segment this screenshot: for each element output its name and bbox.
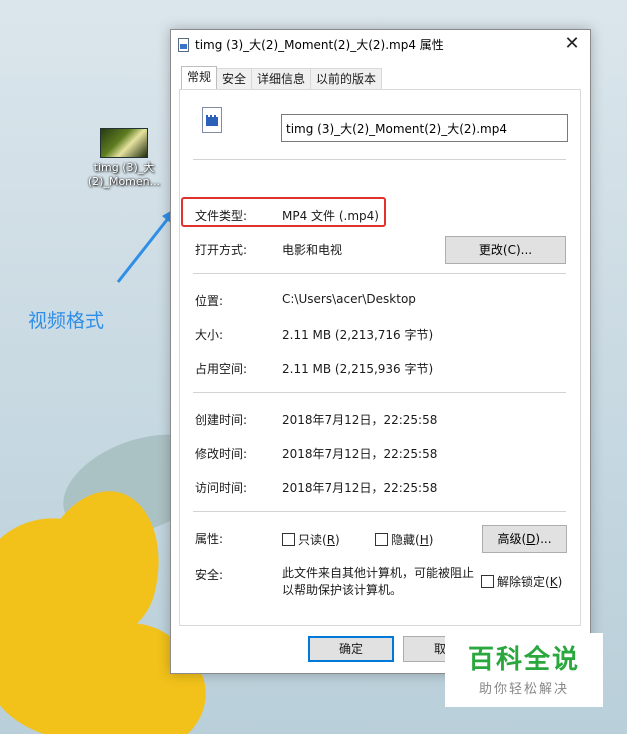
watermark-title: 百科全说 — [467, 645, 580, 675]
tab-bar: 常规 安全 详细信息 以前的版本 — [181, 66, 383, 89]
unblock-accesskey: K — [549, 575, 558, 589]
tab-previous-versions[interactable]: 以前的版本 — [310, 68, 383, 89]
hidden-label-suffix: ) — [428, 533, 434, 547]
unblock-label-suffix: ) — [557, 575, 563, 589]
security-message-line1: 此文件来自其他计算机，可能被阻止 — [282, 566, 475, 580]
unblock-label-prefix: 解除锁定( — [497, 575, 550, 589]
file-type-value: MP4 文件 (.mp4) — [282, 209, 379, 223]
watermark-subtitle: 助你轻松解决 — [478, 682, 569, 697]
general-panel: 文件类型: MP4 文件 (.mp4) 打开方式: 电影和电视 更改(C)...… — [179, 89, 581, 626]
tab-security[interactable]: 安全 — [216, 68, 253, 89]
unblock-checkbox[interactable] — [481, 575, 494, 588]
desktop-file-label: timg (3)_大(2)_Momen... — [87, 161, 161, 188]
annotation-text: 视频格式 — [28, 310, 105, 332]
created-value: 2018年7月12日，22:25:58 — [282, 413, 438, 427]
advanced-label-prefix: 高级( — [497, 532, 527, 546]
divider — [193, 159, 566, 160]
attributes-label: 属性: — [195, 532, 224, 546]
video-file-icon — [178, 38, 189, 52]
divider — [193, 273, 566, 274]
location-label: 位置: — [195, 294, 224, 308]
readonly-label[interactable]: 只读(R) — [298, 531, 340, 548]
hidden-checkbox[interactable] — [375, 533, 388, 546]
video-file-large-icon — [202, 107, 222, 133]
location-value: C:\Users\acer\Desktop — [282, 292, 416, 306]
security-message: 此文件来自其他计算机，可能被阻止 以帮助保护该计算机。 — [282, 565, 474, 599]
created-label: 创建时间: — [195, 413, 248, 427]
dialog-title: timg (3)_大(2)_Moment(2)_大(2).mp4 属性 — [195, 38, 444, 52]
accessed-value: 2018年7月12日，22:25:58 — [282, 481, 438, 495]
desktop-file-icon[interactable]: timg (3)_大(2)_Momen... — [86, 128, 162, 189]
open-with-value: 电影和电视 — [282, 243, 343, 257]
close-button[interactable]: ✕ — [558, 32, 586, 56]
divider — [193, 511, 566, 512]
hidden-label[interactable]: 隐藏(H) — [391, 531, 433, 548]
hidden-accesskey: H — [419, 533, 429, 547]
tab-general[interactable]: 常规 — [181, 66, 218, 89]
tab-details[interactable]: 详细信息 — [251, 68, 312, 89]
unblock-label[interactable]: 解除锁定(K) — [497, 573, 562, 590]
ok-button[interactable]: 确定 — [308, 636, 394, 662]
security-label: 安全: — [195, 568, 224, 582]
file-type-label: 文件类型: — [195, 209, 248, 223]
divider — [193, 392, 566, 393]
size-on-disk-label: 占用空间: — [195, 362, 248, 376]
title-bar[interactable]: timg (3)_大(2)_Moment(2)_大(2).mp4 属性 ✕ — [171, 30, 590, 60]
watermark-logo: 百科全说 助你轻松解决 — [445, 633, 603, 707]
accessed-label: 访问时间: — [195, 481, 248, 495]
open-with-label: 打开方式: — [195, 243, 248, 257]
properties-dialog: timg (3)_大(2)_Moment(2)_大(2).mp4 属性 ✕ 常规… — [170, 29, 591, 674]
size-on-disk-value: 2.11 MB (2,215,936 字节) — [282, 362, 434, 376]
video-thumbnail-icon — [100, 128, 148, 158]
advanced-label-suffix: )... — [535, 532, 552, 546]
readonly-label-suffix: ) — [335, 533, 340, 547]
modified-value: 2018年7月12日，22:25:58 — [282, 447, 438, 461]
security-message-line2: 以帮助保护该计算机。 — [282, 583, 403, 597]
readonly-accesskey: R — [326, 533, 336, 547]
filename-input[interactable] — [281, 114, 568, 142]
readonly-checkbox[interactable] — [282, 533, 295, 546]
readonly-label-prefix: 只读( — [298, 533, 327, 547]
advanced-button[interactable]: 高级(D)... — [482, 525, 567, 553]
modified-label: 修改时间: — [195, 447, 248, 461]
change-button[interactable]: 更改(C)... — [445, 236, 566, 264]
size-value: 2.11 MB (2,213,716 字节) — [282, 328, 434, 342]
hidden-label-prefix: 隐藏( — [391, 533, 420, 547]
size-label: 大小: — [195, 328, 224, 342]
